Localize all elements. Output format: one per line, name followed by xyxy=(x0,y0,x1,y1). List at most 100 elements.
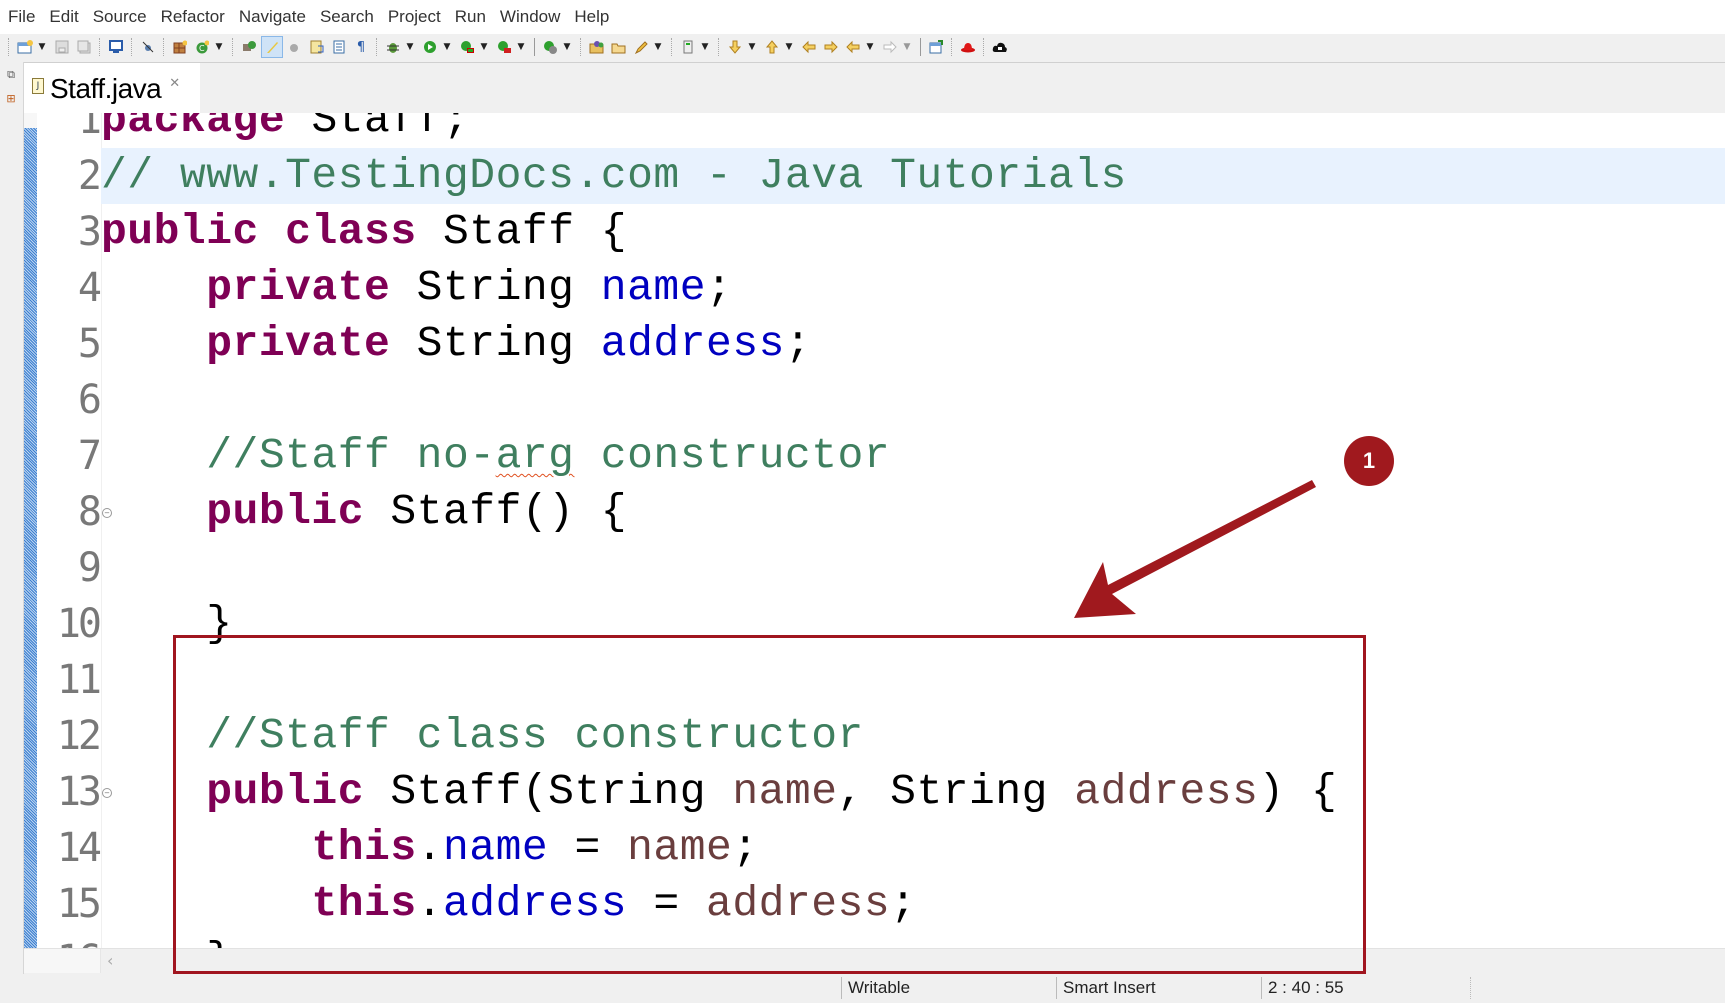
mark-occurrences-icon[interactable] xyxy=(261,36,283,58)
next-annotation-dropdown-arrow[interactable]: ▼ xyxy=(746,37,758,57)
code-line[interactable] xyxy=(24,372,1725,428)
menu-bar: File Edit Source Refactor Navigate Search Proj… xyxy=(0,0,1725,34)
line-number: 10 xyxy=(56,601,102,647)
code-line[interactable] xyxy=(24,652,1725,708)
menu-navigate[interactable]: Navigate xyxy=(231,7,312,27)
open-perspective-icon[interactable] xyxy=(926,37,946,57)
code-line[interactable] xyxy=(24,540,1725,596)
menu-help[interactable]: Help xyxy=(566,7,615,27)
code-text: public class Staff { xyxy=(101,204,627,260)
menu-source[interactable]: Source xyxy=(85,7,153,27)
open-task-icon[interactable] xyxy=(587,37,607,57)
code-token: , String xyxy=(837,767,1075,816)
new-class-dropdown-arrow[interactable]: ▼ xyxy=(213,37,225,57)
code-line[interactable] xyxy=(24,596,1725,652)
run-dropdown-arrow[interactable]: ▼ xyxy=(441,37,453,57)
toggle-word-wrap-icon[interactable] xyxy=(329,37,349,57)
line-number: 15 xyxy=(56,881,102,927)
open-console-icon[interactable] xyxy=(106,37,126,57)
new-java-package-icon[interactable] xyxy=(170,37,190,57)
server-dropdown-arrow[interactable]: ▼ xyxy=(699,37,711,57)
search-icon[interactable] xyxy=(631,37,651,57)
open-type-icon[interactable] xyxy=(239,37,259,57)
debug-icon[interactable] xyxy=(383,37,403,57)
code-editor[interactable]: 1 package Staff; 2// www.TestingDocs.com -… xyxy=(24,113,1725,948)
menu-run[interactable]: Run xyxy=(447,7,492,27)
code-token: ; xyxy=(706,263,733,312)
next-annotation-icon[interactable] xyxy=(725,37,745,57)
horizontal-scrollbar[interactable]: ‹ xyxy=(24,948,1725,974)
show-whitespace-icon[interactable] xyxy=(307,37,327,57)
save-all-icon[interactable] xyxy=(74,37,94,57)
code-line[interactable] xyxy=(24,932,1725,948)
comment-token: arg xyxy=(495,431,575,480)
open-folder-icon[interactable] xyxy=(609,37,629,57)
external-tools-dropdown-arrow[interactable]: ▼ xyxy=(515,37,527,57)
package-explorer-icon[interactable]: ⊞ xyxy=(3,92,19,108)
code-token: ; xyxy=(732,823,759,872)
code-token: = xyxy=(548,823,628,872)
menu-search[interactable]: Search xyxy=(312,7,380,27)
new-wizard-icon[interactable] xyxy=(15,37,35,57)
line-number: 9 xyxy=(77,545,102,591)
scroll-left-icon[interactable]: ‹ xyxy=(107,951,113,970)
coverage-dropdown-arrow[interactable]: ▼ xyxy=(478,37,490,57)
last-edit-location-icon[interactable] xyxy=(799,37,819,57)
next-edit-location-icon[interactable] xyxy=(821,37,841,57)
editor-area: J Staff.java ✕ 1 package Staff; 2// www.Te… xyxy=(23,62,1725,974)
code-token: String xyxy=(390,319,601,368)
run-last-tool-icon[interactable] xyxy=(540,37,560,57)
keyword-token: class xyxy=(285,207,417,256)
line-number: 2 xyxy=(77,153,102,199)
forward-dropdown-arrow[interactable]: ▼ xyxy=(901,37,913,57)
status-separator xyxy=(1470,977,1487,999)
restore-icon[interactable]: ⧉ xyxy=(3,68,19,84)
back-icon[interactable] xyxy=(843,37,863,57)
save-icon[interactable] xyxy=(52,37,72,57)
new-dropdown-arrow[interactable]: ▼ xyxy=(36,37,48,57)
back-dropdown-arrow[interactable]: ▼ xyxy=(864,37,876,57)
previous-annotation-dropdown-arrow[interactable]: ▼ xyxy=(783,37,795,57)
new-java-class-icon[interactable]: C xyxy=(192,37,212,57)
run-external-tools-icon[interactable] xyxy=(494,37,514,57)
code-token: = xyxy=(627,879,707,928)
code-text: package Staff; xyxy=(101,113,469,148)
close-icon[interactable]: ✕ xyxy=(169,76,180,91)
search-dropdown-arrow[interactable]: ▼ xyxy=(652,37,664,57)
pilcrow-icon[interactable]: ¶ xyxy=(351,37,371,57)
tab-staff-java[interactable]: J Staff.java ✕ xyxy=(24,63,200,114)
main-toolbar: ▼ C ▼ ¶ ▼ ▼ ▼ ▼ ▼ ▼ ▼ ▼ ▼ ▼ ▼ xyxy=(0,34,1725,60)
menu-project[interactable]: Project xyxy=(380,7,447,27)
line-number: 11 xyxy=(56,657,102,703)
menu-refactor[interactable]: Refactor xyxy=(153,7,231,27)
menu-edit[interactable]: Edit xyxy=(41,7,84,27)
status-writable: Writable xyxy=(841,977,1063,999)
forward-icon[interactable] xyxy=(880,37,900,57)
skip-breakpoints-icon[interactable] xyxy=(138,37,158,57)
line-number: 16 xyxy=(37,932,102,948)
block-selection-icon[interactable] xyxy=(285,37,305,57)
coverage-icon[interactable] xyxy=(457,37,477,57)
menu-window[interactable]: Window xyxy=(492,7,566,27)
cloud-lock-icon[interactable] xyxy=(990,37,1010,57)
menu-file[interactable]: File xyxy=(0,7,41,27)
run-icon[interactable] xyxy=(420,37,440,57)
server-icon[interactable] xyxy=(678,37,698,57)
toolbar-separator xyxy=(376,38,378,56)
debug-dropdown-arrow[interactable]: ▼ xyxy=(404,37,416,57)
previous-annotation-icon[interactable] xyxy=(762,37,782,57)
field-token: address xyxy=(442,879,628,928)
run-last-dropdown-arrow[interactable]: ▼ xyxy=(561,37,573,57)
java-file-icon: J xyxy=(32,77,44,94)
status-insert-mode[interactable]: Smart Insert xyxy=(1056,977,1268,999)
code-token: Staff; xyxy=(285,113,470,144)
red-hat-icon[interactable] xyxy=(958,37,978,57)
status-bar: Writable Smart Insert 2 : 40 : 55 xyxy=(0,975,1725,1003)
toolbar-separator xyxy=(983,38,985,56)
